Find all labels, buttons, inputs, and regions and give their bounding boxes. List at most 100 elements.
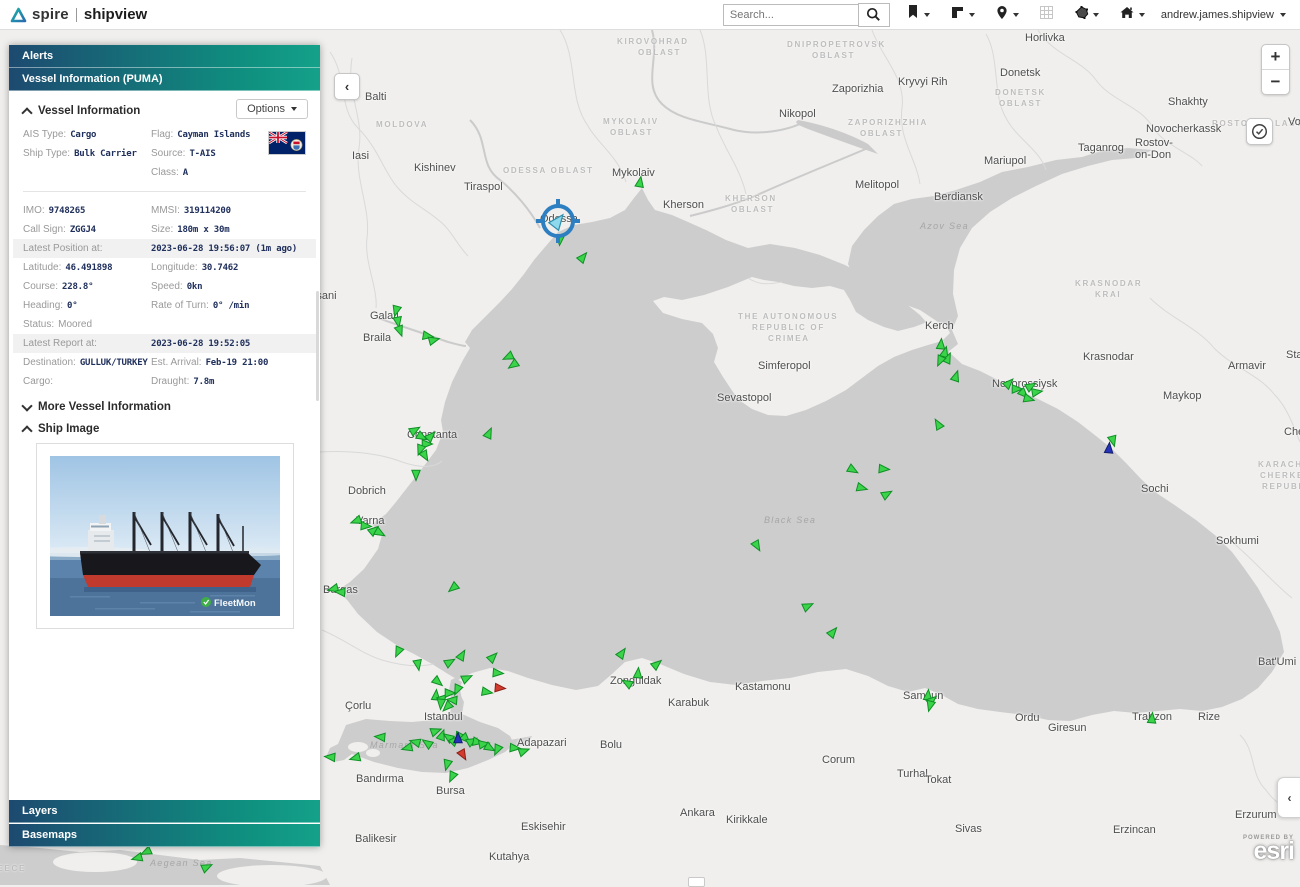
field-label: AIS Type: (23, 129, 66, 140)
search-group (723, 3, 890, 27)
field-value: 46.491898 (65, 263, 112, 273)
field-label: Rate of Turn: (151, 300, 209, 311)
field-value: Cayman Islands (177, 130, 250, 140)
field-label: Size: (151, 224, 173, 235)
more-vessel-info-label: More Vessel Information (38, 401, 171, 413)
field-label: Call Sign: (23, 224, 66, 235)
chevron-down-icon (1280, 13, 1286, 17)
bookmark-tool-button[interactable] (904, 2, 932, 27)
svg-text:FleetMon: FleetMon (214, 598, 256, 609)
field-cell: Cargo: (23, 376, 151, 387)
vessel-fields: AIS Type:CargoFlag:Cayman IslandsShip Ty… (23, 125, 306, 391)
left-sidebar: Alerts Vessel Information (PUMA) Vessel … (9, 45, 320, 847)
field-cell: Latitude: 46.491898 (23, 262, 151, 273)
field-label: Ship Type: (23, 148, 70, 159)
field-cell: Course: 228.8° (23, 281, 151, 292)
field-cell: 2023-06-28 19:56:07 (1m ago) (151, 244, 306, 254)
field-label: Class: (151, 167, 179, 178)
panel-header-alerts[interactable]: Alerts (9, 45, 320, 68)
field-label: Latitude: (23, 262, 61, 273)
field-cell: Longitude: 30.7462 (151, 262, 306, 273)
field-row: Latest Position at: 2023-06-28 19:56:07 (… (13, 239, 316, 258)
field-value: Cargo (70, 130, 96, 140)
field-value: ZGGJ4 (70, 225, 96, 235)
field-row: Call Sign: ZGGJ4 Size:180m x 30m (13, 220, 316, 239)
more-vessel-info-toggle[interactable]: More Vessel Information (23, 401, 306, 413)
polygon-tool-button[interactable] (1072, 3, 1101, 27)
field-cell: Latest Report at: (23, 338, 151, 349)
measure-tool-button[interactable] (948, 3, 977, 26)
circle-check-button[interactable] (1246, 118, 1273, 145)
map-attribution-fragment (688, 877, 705, 887)
navbar-right: andrew.james.shipview (723, 2, 1290, 27)
field-cell: Speed:0kn (151, 281, 306, 292)
polygon-icon (1074, 5, 1089, 25)
field-label: Draught: (151, 376, 189, 387)
grid-icon (1039, 5, 1054, 25)
field-row: Status:Moored (13, 315, 316, 334)
field-value: 228.8° (62, 282, 93, 292)
field-label: IMO: (23, 205, 45, 216)
field-cell: MMSI:319114200 (151, 205, 306, 216)
user-menu[interactable]: andrew.james.shipview (1161, 9, 1286, 21)
ship-image-toggle[interactable]: Ship Image (23, 423, 306, 435)
options-label: Options (247, 103, 285, 115)
field-value: A (183, 168, 188, 178)
field-label: Latest Position at: (23, 243, 103, 254)
pin-tool-button[interactable] (993, 3, 1021, 27)
chevron-down-icon (924, 13, 930, 17)
field-value: 7.8m (193, 377, 214, 387)
right-panel-tab[interactable]: ‹ (1277, 777, 1300, 818)
field-cell: AIS Type: Cargo (23, 129, 151, 140)
logo-divider (76, 8, 77, 22)
app-logo[interactable]: spire shipview (10, 6, 147, 23)
field-row: IMO:9748265MMSI:319114200 (13, 201, 316, 220)
field-label: Heading: (23, 300, 63, 311)
field-row: Cargo: Draught: 7.8m (13, 372, 316, 391)
sidebar-collapse-button[interactable]: ‹ (334, 73, 360, 100)
field-label: Latest Report at: (23, 338, 97, 349)
field-row: Heading:0°Rate of Turn:0° /min (13, 296, 316, 315)
chevron-down-icon (1093, 13, 1099, 17)
field-label: Est. Arrival: (151, 357, 202, 368)
panel-header-layers[interactable]: Layers (9, 800, 320, 823)
search-button[interactable] (858, 3, 890, 27)
field-cell: Draught: 7.8m (151, 376, 306, 387)
zoom-out-button[interactable]: − (1262, 70, 1289, 94)
zoom-in-button[interactable]: + (1262, 45, 1289, 70)
izmit-gulf-shape (508, 736, 532, 748)
panel-scrollbar[interactable] (316, 291, 319, 401)
field-label: Course: (23, 281, 58, 292)
field-label: Destination: (23, 357, 76, 368)
marmara-sea-shape (326, 678, 514, 773)
options-button[interactable]: Options (236, 99, 308, 119)
field-label: Cargo: (23, 376, 53, 387)
top-navbar: spire shipview andrew.james.shipview (0, 0, 1300, 30)
field-value: 0kn (187, 282, 203, 292)
field-row: Latest Report at:2023-06-28 19:52:05 (13, 334, 316, 353)
field-row: Destination:GULLUK/TURKEYEst. Arrival:Fe… (13, 353, 316, 372)
zoom-controls: + − (1261, 44, 1290, 95)
field-label: Status: (23, 319, 54, 330)
field-label: Longitude: (151, 262, 198, 273)
home-tool-button[interactable] (1117, 3, 1147, 27)
chevron-up-icon (21, 425, 32, 436)
field-cell: Call Sign: ZGGJ4 (23, 224, 151, 235)
search-input[interactable] (723, 4, 858, 26)
field-cell: Size:180m x 30m (151, 224, 306, 235)
ship-photo: FleetMon (50, 456, 280, 616)
grid-tool-button[interactable] (1037, 3, 1056, 27)
panel-header-basemaps[interactable]: Basemaps (9, 824, 320, 847)
field-value: GULLUK/TURKEY (80, 358, 148, 368)
marmara-island (366, 749, 380, 757)
vessel-info-panel: Vessel Information Options AIS Type: Carg… (9, 91, 320, 800)
circle-check-icon (1251, 123, 1268, 140)
vessel-info-section-title: Vessel Information (38, 105, 140, 117)
field-row: Latitude: 46.491898 Longitude: 30.7462 (13, 258, 316, 277)
divider (23, 191, 306, 192)
panel-header-vessel-info[interactable]: Vessel Information (PUMA) (9, 68, 320, 91)
field-value: 2023-06-28 19:56:07 (1m ago) (151, 244, 297, 254)
field-value: 30.7462 (202, 263, 239, 273)
cayman-islands-flag (268, 131, 306, 155)
field-label: MMSI: (151, 205, 180, 216)
